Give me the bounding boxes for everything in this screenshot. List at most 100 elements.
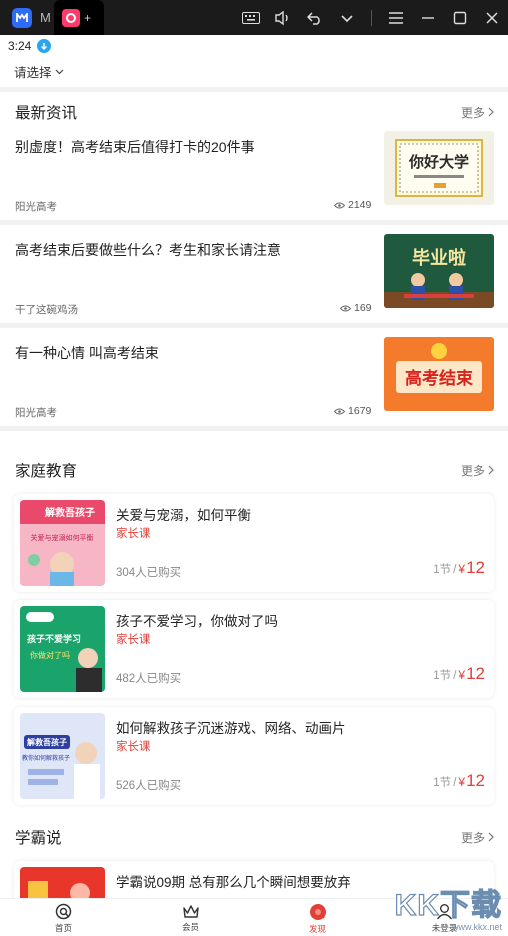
discover-icon bbox=[309, 903, 326, 920]
news-source: 阳光高考 bbox=[15, 407, 57, 419]
more-label: 更多 bbox=[460, 105, 485, 120]
crown-icon bbox=[182, 905, 199, 918]
family-more-link[interactable]: 更多 bbox=[461, 462, 494, 479]
cover-subtitle: 教你如何解救孩子 bbox=[22, 754, 70, 762]
section-divider bbox=[0, 87, 508, 92]
course-lessons: 1节 bbox=[433, 670, 452, 682]
news-thumbnail: 毕业啦 bbox=[384, 234, 494, 308]
toolbar-separator bbox=[371, 9, 372, 26]
price-value: 12 bbox=[466, 664, 485, 683]
price-currency: ¥ bbox=[458, 668, 466, 682]
news-views: 1679 bbox=[334, 405, 371, 417]
family-section-header: 家庭教育 更多 bbox=[15, 459, 494, 481]
section-divider bbox=[0, 323, 508, 328]
xueba-more-link[interactable]: 更多 bbox=[461, 829, 494, 846]
chevron-down-icon[interactable] bbox=[331, 0, 363, 35]
location-label: 请选择 bbox=[14, 66, 52, 80]
watermark-text: KK下载 bbox=[394, 888, 502, 922]
keyboard-icon[interactable] bbox=[235, 0, 267, 35]
app-tab-icon bbox=[62, 8, 80, 27]
price-separator: / bbox=[453, 564, 457, 576]
tab-label: 会员 bbox=[181, 922, 199, 932]
course-cover: 解救吾孩子 关爱与宠溺如何平衡 bbox=[20, 500, 105, 586]
menu-icon[interactable] bbox=[380, 0, 412, 35]
course-cover: 孩子不爱学习 你做对了吗 bbox=[20, 606, 105, 692]
news-headline: 别虚度！高考结束后值得打卡的20件事 bbox=[15, 139, 255, 155]
cover-title: 解救吾孩子 bbox=[27, 737, 67, 747]
news-views: 2149 bbox=[334, 199, 371, 211]
section-divider bbox=[0, 220, 508, 225]
course-buyers: 304人已购买 bbox=[116, 567, 182, 579]
close-icon[interactable] bbox=[476, 0, 508, 35]
course-tag: 家长课 bbox=[116, 634, 151, 646]
phone-screen: M + 3:24 请选择 最新资讯 更多 别虚度！高考结束后值得打卡的20件事 … bbox=[0, 0, 508, 936]
thumb-caption: 你好大学 bbox=[408, 153, 469, 171]
emulator-active-tab[interactable]: + bbox=[54, 0, 104, 35]
thumb-caption: 高考结束 bbox=[405, 368, 473, 389]
views-count: 1679 bbox=[348, 405, 372, 417]
xueba-section-title: 学霸说 bbox=[15, 830, 62, 847]
thumb-caption: 毕业啦 bbox=[412, 247, 466, 269]
course-lessons: 1节 bbox=[433, 564, 452, 576]
eye-icon bbox=[334, 408, 345, 414]
emulator-toolbar bbox=[235, 0, 508, 35]
section-divider bbox=[0, 426, 508, 431]
tab-vip[interactable]: 会员 bbox=[127, 899, 254, 936]
price-separator: / bbox=[453, 777, 457, 789]
chevron-right-icon bbox=[488, 465, 494, 475]
emulator-app-tab[interactable]: M bbox=[0, 0, 50, 35]
tab-discover[interactable]: 发现 bbox=[254, 899, 381, 936]
news-headline: 有一种心情 叫高考结束 bbox=[15, 345, 159, 361]
course-title: 关爱与宠溺，如何平衡 bbox=[116, 508, 251, 523]
xueba-section-header: 学霸说 更多 bbox=[15, 826, 494, 848]
more-label: 更多 bbox=[460, 463, 485, 478]
emulator-tab-label: + bbox=[84, 10, 92, 25]
cover-title: 孩子不爱学习 bbox=[27, 633, 81, 645]
minimize-icon[interactable] bbox=[412, 0, 444, 35]
emulator-logo-icon bbox=[12, 7, 32, 28]
course-buyers: 482人已购买 bbox=[116, 673, 182, 685]
home-icon bbox=[55, 903, 72, 920]
eye-icon bbox=[340, 305, 351, 311]
news-headline: 高考结束后要做些什么？考生和家长请注意 bbox=[15, 242, 281, 258]
tab-label: 首页 bbox=[54, 923, 72, 933]
course-lessons: 1节 bbox=[433, 777, 452, 789]
emulator-title-bar: M + bbox=[0, 0, 508, 35]
back-icon[interactable] bbox=[299, 0, 331, 35]
course-card[interactable]: 解救吾孩子 教你如何解救孩子 如何解救孩子沉迷游戏、网络、动画片 家长课 526… bbox=[14, 707, 494, 805]
course-title: 如何解救孩子沉迷游戏、网络、动画片 bbox=[116, 721, 346, 736]
chevron-right-icon bbox=[488, 107, 494, 117]
eye-icon bbox=[334, 202, 345, 208]
status-time: 3:24 bbox=[8, 39, 32, 53]
course-price: 1节 / ¥ 12 bbox=[433, 771, 485, 791]
maximize-icon[interactable] bbox=[444, 0, 476, 35]
tab-home[interactable]: 首页 bbox=[0, 899, 127, 936]
price-currency: ¥ bbox=[458, 562, 466, 576]
course-price: 1节 / ¥ 12 bbox=[433, 664, 485, 684]
course-title: 孩子不爱学习，你做对了吗 bbox=[116, 614, 278, 629]
course-tag: 家长课 bbox=[116, 528, 151, 540]
emulator-app-name: M bbox=[40, 10, 50, 25]
cover-subtitle: 关爱与宠溺如何平衡 bbox=[31, 533, 94, 542]
price-value: 12 bbox=[466, 771, 485, 790]
download-icon bbox=[37, 39, 52, 53]
price-separator: / bbox=[453, 670, 457, 682]
views-count: 169 bbox=[354, 302, 372, 314]
tab-label: 发现 bbox=[308, 923, 326, 934]
news-thumbnail: 你好大学 bbox=[384, 131, 494, 205]
family-section-title: 家庭教育 bbox=[15, 463, 78, 480]
chevron-down-icon bbox=[55, 69, 63, 74]
more-label: 更多 bbox=[460, 830, 485, 845]
news-more-link[interactable]: 更多 bbox=[461, 104, 494, 121]
course-buyers: 526人已购买 bbox=[116, 780, 182, 792]
volume-icon[interactable] bbox=[267, 0, 299, 35]
cover-subtitle: 你做对了吗 bbox=[30, 650, 70, 660]
location-selector[interactable]: 请选择 bbox=[14, 62, 64, 81]
news-source: 阳光高考 bbox=[15, 201, 57, 213]
course-card[interactable]: 孩子不爱学习 你做对了吗 孩子不爱学习，你做对了吗 家长课 482人已购买 1节… bbox=[14, 600, 494, 698]
course-card[interactable]: 解救吾孩子 关爱与宠溺如何平衡 关爱与宠溺，如何平衡 家长课 304人已购买 1… bbox=[14, 494, 494, 592]
watermark-domain: www.kkx.net bbox=[451, 922, 502, 932]
course-cover: 解救吾孩子 教你如何解救孩子 bbox=[20, 713, 105, 799]
status-bar: 3:24 bbox=[0, 35, 508, 57]
news-thumbnail: 高考结束 bbox=[384, 337, 494, 411]
